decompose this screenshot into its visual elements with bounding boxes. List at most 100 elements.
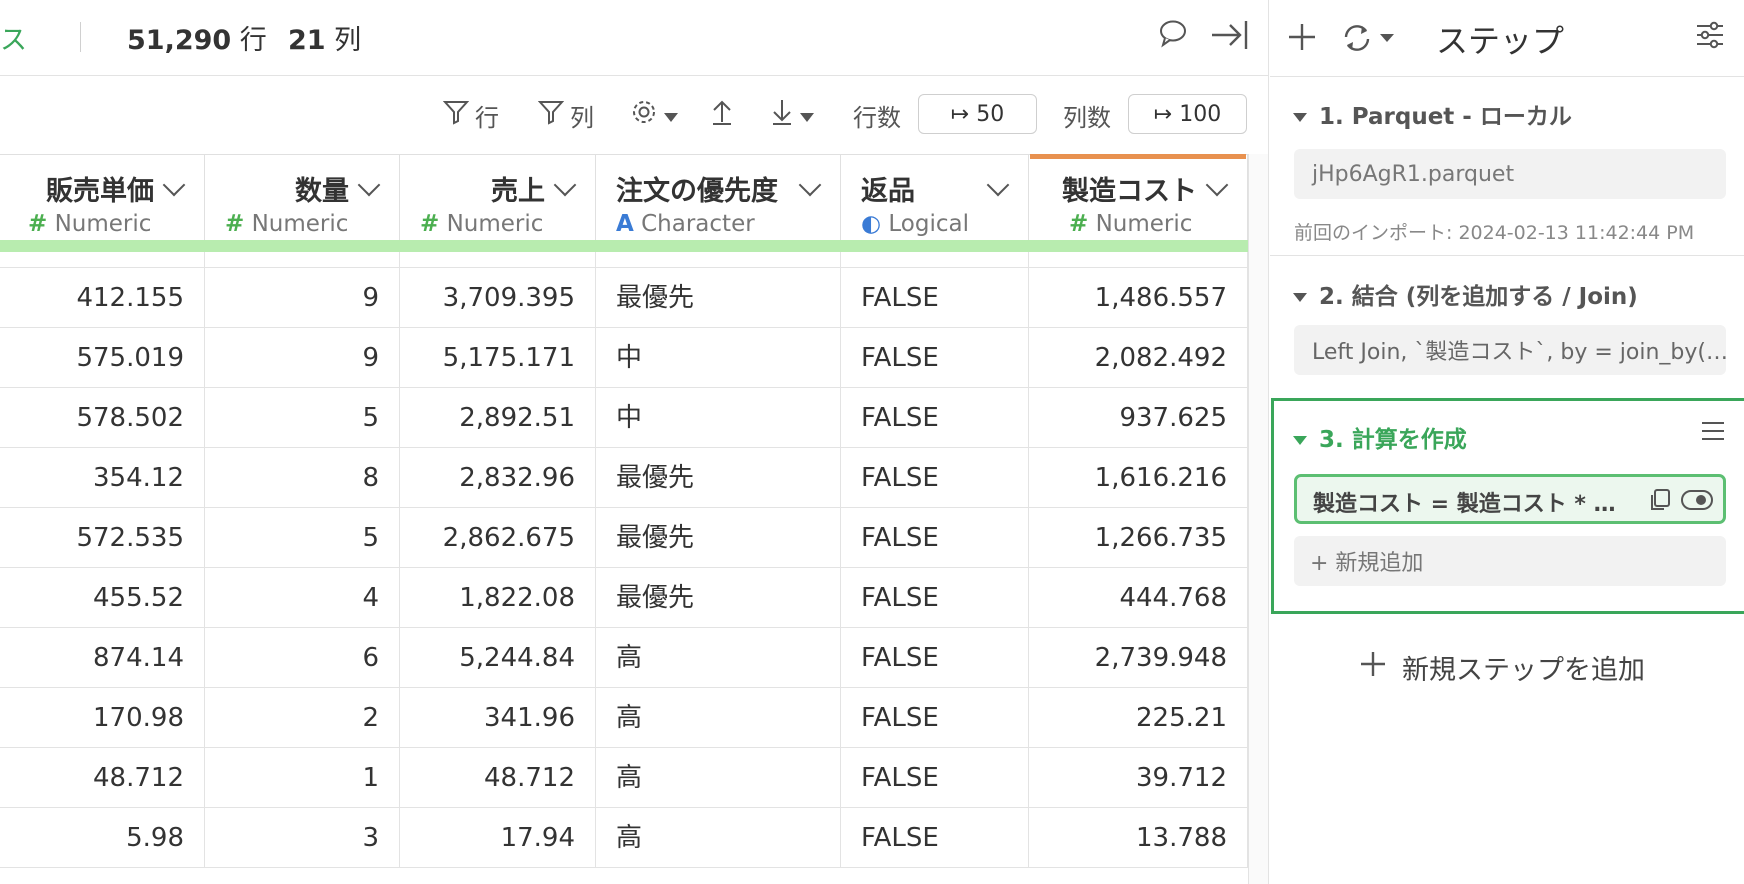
sort-ascending-button[interactable]	[710, 96, 734, 134]
table-cell[interactable]: 中	[596, 328, 841, 388]
panel-settings-icon[interactable]	[1695, 20, 1725, 54]
table-cell[interactable]: 2,082.492	[1029, 328, 1248, 388]
vertical-scrollbar[interactable]	[1248, 154, 1269, 884]
table-cell[interactable]: 412.155	[0, 268, 205, 328]
table-cell[interactable]: FALSE	[841, 808, 1029, 868]
table-row[interactable]: 874.14 6 5,244.84 高 FALSE 2,739.948	[0, 628, 1248, 688]
table-cell[interactable]: 3,709.395	[400, 268, 596, 328]
column-count-input[interactable]: ↦ 100	[1128, 94, 1247, 134]
add-icon[interactable]	[1288, 16, 1316, 60]
row-count-input[interactable]: ↦ 50	[918, 94, 1037, 134]
table-cell[interactable]: 3	[205, 808, 400, 868]
step-3-formula[interactable]: 製造コスト = 製造コスト * …	[1294, 474, 1726, 524]
table-cell[interactable]: FALSE	[841, 628, 1029, 688]
table-row[interactable]: 412.155 9 3,709.395 最優先 FALSE 1,486.557	[0, 268, 1248, 328]
table-cell[interactable]: 2	[205, 688, 400, 748]
table-cell[interactable]: FALSE	[841, 268, 1029, 328]
table-cell[interactable]: 17.94	[400, 808, 596, 868]
table-cell[interactable]: 5.98	[0, 808, 205, 868]
filter-rows-button[interactable]: 行	[442, 96, 499, 134]
table-cell[interactable]: 8	[205, 448, 400, 508]
table-cell[interactable]: 225.21	[1029, 688, 1248, 748]
step-2-title[interactable]: 2. 結合 (列を追加する / Join)	[1293, 277, 1638, 311]
table-cell[interactable]: FALSE	[841, 448, 1029, 508]
settings-menu-button[interactable]	[630, 96, 678, 134]
column-header[interactable]: 数量 # Numeric	[205, 154, 400, 240]
table-cell[interactable]: 1,266.735	[1029, 508, 1248, 568]
table-cell[interactable]: 6	[205, 628, 400, 688]
sort-descending-button[interactable]	[770, 96, 814, 134]
table-cell[interactable]: 455.52	[0, 568, 205, 628]
table-cell[interactable]: FALSE	[841, 748, 1029, 808]
table-cell[interactable]: 444.768	[1029, 568, 1248, 628]
comment-icon[interactable]	[1158, 18, 1188, 55]
table-cell[interactable]: 354.12	[0, 448, 205, 508]
add-new-button[interactable]: + 新規追加	[1294, 536, 1726, 586]
table-cell[interactable]: 2,739.948	[1029, 628, 1248, 688]
table-cell[interactable]: 高	[596, 748, 841, 808]
table-cell[interactable]: 5,175.171	[400, 328, 596, 388]
menu-icon[interactable]	[1701, 420, 1725, 446]
step-1-title[interactable]: 1. Parquet - ローカル	[1293, 97, 1572, 131]
table-cell[interactable]: 39.712	[1029, 748, 1248, 808]
chevron-down-icon[interactable]	[986, 173, 1010, 197]
table-row[interactable]: 354.12 8 2,832.96 最優先 FALSE 1,616.216	[0, 448, 1248, 508]
table-cell[interactable]: 最優先	[596, 268, 841, 328]
filter-columns-button[interactable]: 列	[537, 96, 594, 134]
table-cell[interactable]: 170.98	[0, 688, 205, 748]
table-cell[interactable]: 4	[205, 568, 400, 628]
table-cell[interactable]: 341.96	[400, 688, 596, 748]
table-cell[interactable]: 2,862.675	[400, 508, 596, 568]
table-cell[interactable]: 48.712	[400, 748, 596, 808]
table-cell[interactable]: 1,822.08	[400, 568, 596, 628]
add-step-button[interactable]: 新規ステップを追加	[1360, 648, 1645, 687]
table-cell[interactable]: 中	[596, 388, 841, 448]
table-cell[interactable]: 1,616.216	[1029, 448, 1248, 508]
table-row[interactable]: 5.98 3 17.94 高 FALSE 13.788	[0, 808, 1248, 868]
table-cell[interactable]: 874.14	[0, 628, 205, 688]
breadcrumb[interactable]: ス	[0, 18, 27, 57]
chevron-down-icon[interactable]	[798, 173, 822, 197]
table-cell[interactable]: 1,486.557	[1029, 268, 1248, 328]
table-cell[interactable]: 最優先	[596, 508, 841, 568]
table-cell[interactable]: 572.535	[0, 508, 205, 568]
table-cell[interactable]: 最優先	[596, 568, 841, 628]
column-header[interactable]: 注文の優先度 A Character	[596, 154, 841, 240]
table-cell[interactable]: 575.019	[0, 328, 205, 388]
table-cell[interactable]: 2,832.96	[400, 448, 596, 508]
table-cell[interactable]: 48.712	[0, 748, 205, 808]
chevron-down-icon[interactable]	[553, 173, 577, 197]
table-cell[interactable]: FALSE	[841, 688, 1029, 748]
table-cell[interactable]: 高	[596, 808, 841, 868]
table-cell[interactable]: 1	[205, 748, 400, 808]
table-cell[interactable]: 2,892.51	[400, 388, 596, 448]
chevron-down-icon[interactable]	[357, 173, 381, 197]
visibility-toggle-icon[interactable]	[1681, 489, 1713, 515]
step-3-title[interactable]: 3. 計算を作成	[1293, 420, 1467, 454]
table-row[interactable]: 48.712 1 48.712 高 FALSE 39.712	[0, 748, 1248, 808]
table-cell[interactable]: FALSE	[841, 328, 1029, 388]
refresh-icon[interactable]	[1340, 20, 1396, 60]
table-cell[interactable]: 最優先	[596, 448, 841, 508]
table-cell[interactable]: FALSE	[841, 508, 1029, 568]
chevron-down-icon[interactable]	[1205, 173, 1229, 197]
table-row[interactable]: 455.52 4 1,822.08 最優先 FALSE 444.768	[0, 568, 1248, 628]
table-cell[interactable]: 高	[596, 688, 841, 748]
table-cell[interactable]: 5,244.84	[400, 628, 596, 688]
step-1-file[interactable]: jHp6AgR1.parquet	[1294, 149, 1726, 199]
step-2-detail[interactable]: Left Join, `製造コスト`, by = join_by(…	[1294, 325, 1726, 375]
column-header[interactable]: 売上 # Numeric	[400, 154, 596, 240]
column-header[interactable]: 製造コスト # Numeric	[1029, 154, 1248, 240]
table-cell[interactable]: 937.625	[1029, 388, 1248, 448]
table-row[interactable]: 578.502 5 2,892.51 中 FALSE 937.625	[0, 388, 1248, 448]
table-cell[interactable]: 13.788	[1029, 808, 1248, 868]
table-cell[interactable]: FALSE	[841, 568, 1029, 628]
table-row[interactable]: 575.019 9 5,175.171 中 FALSE 2,082.492	[0, 328, 1248, 388]
table-cell[interactable]: 9	[205, 268, 400, 328]
table-cell[interactable]: 高	[596, 628, 841, 688]
copy-icon[interactable]	[1647, 487, 1673, 517]
table-row[interactable]: 170.98 2 341.96 高 FALSE 225.21	[0, 688, 1248, 748]
table-cell[interactable]: FALSE	[841, 388, 1029, 448]
table-cell[interactable]: 5	[205, 388, 400, 448]
column-header[interactable]: 返品 ◐ Logical	[841, 154, 1029, 240]
